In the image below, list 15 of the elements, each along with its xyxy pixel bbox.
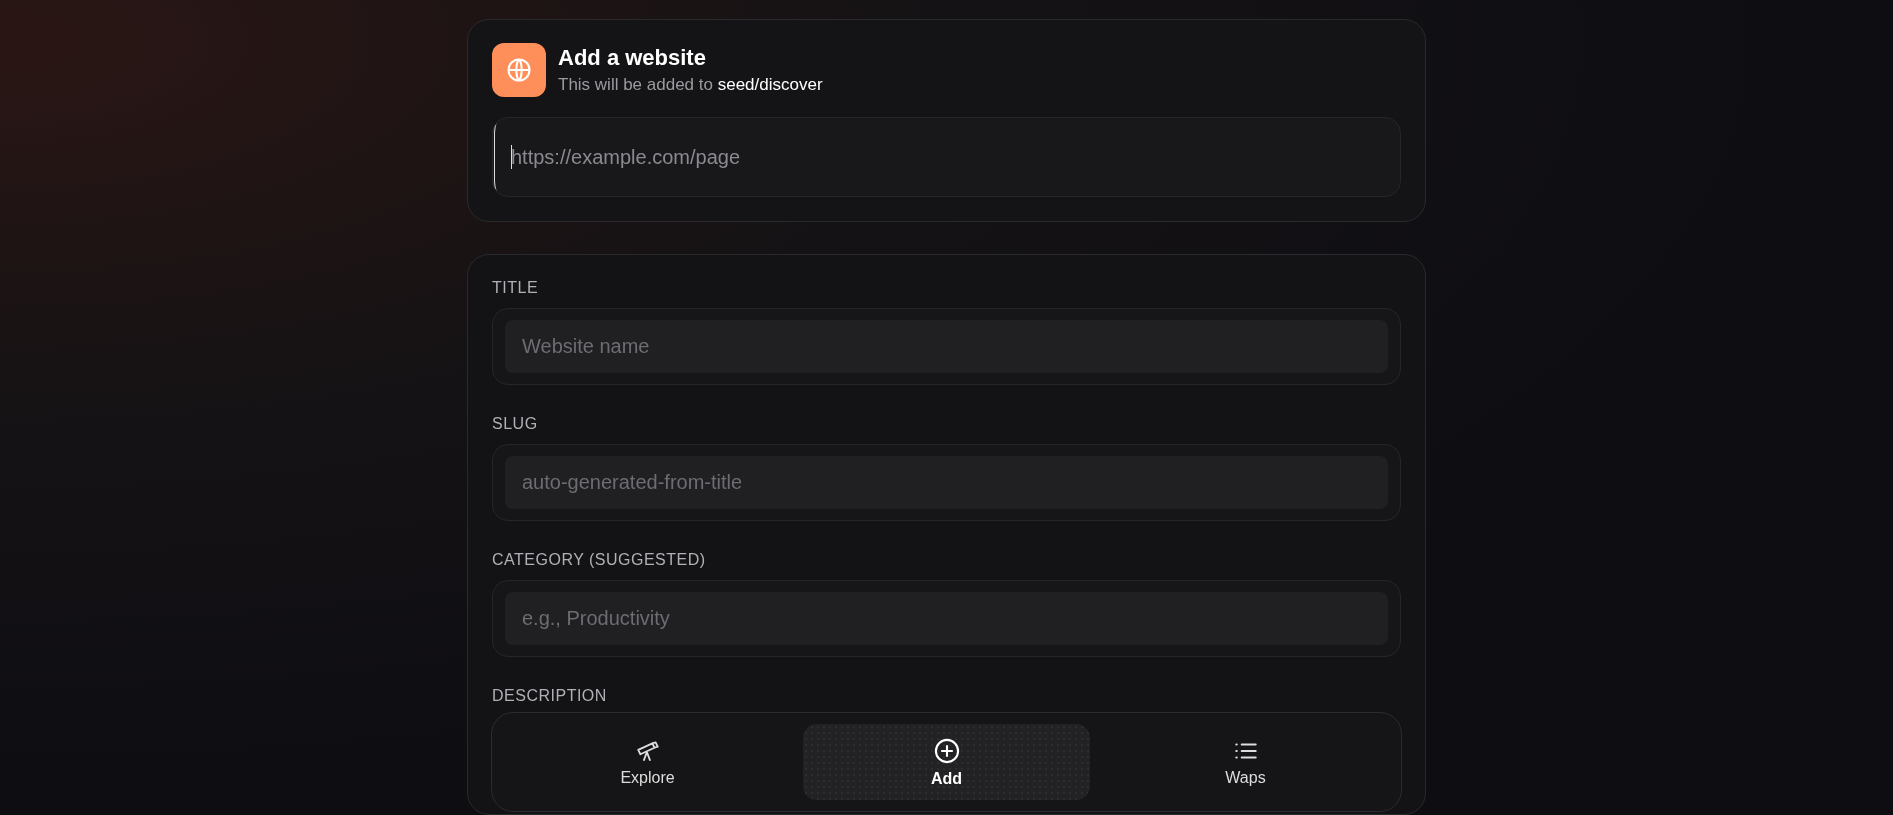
field-label: TITLE (492, 279, 539, 297)
globe-icon (505, 56, 533, 84)
card-subtitle: This will be added to seed/discover (558, 75, 823, 95)
field-label: SLUG (492, 415, 538, 433)
field-label: DESCRIPTION (492, 687, 607, 705)
input-field[interactable]: e.g., Productivity (505, 592, 1388, 645)
input-field[interactable]: auto-generated-from-title (505, 456, 1388, 509)
url-field[interactable]: https://example.com/page (492, 117, 1401, 197)
field-label: CATEGORY (SUGGESTED) (492, 551, 706, 569)
nav-tab[interactable]: Add (803, 724, 1090, 800)
add-icon (932, 736, 961, 765)
input-field[interactable]: Website name (505, 320, 1388, 373)
card-title: Add a website (558, 45, 707, 71)
nav-tab[interactable]: Explore (504, 724, 791, 800)
nav-tab[interactable]: Waps (1102, 724, 1389, 800)
